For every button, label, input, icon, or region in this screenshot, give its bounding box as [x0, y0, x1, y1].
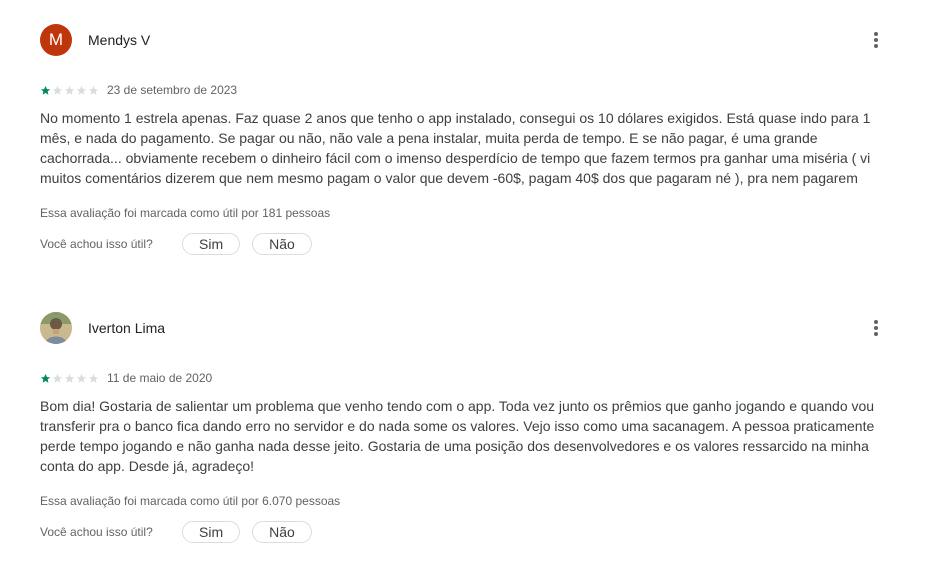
review-date: 11 de maio de 2020 — [107, 371, 213, 385]
helpful-no-button[interactable]: Não — [252, 521, 312, 543]
star-filled-icon — [40, 85, 51, 95]
more-vert-icon — [874, 32, 878, 48]
star-filled-icon — [40, 373, 51, 383]
star-empty-icon — [64, 85, 75, 95]
avatar-letter: M — [48, 30, 64, 49]
more-options-button[interactable] — [860, 24, 892, 56]
review-text: Bom dia! Gostaria de salientar um proble… — [40, 398, 875, 474]
more-vert-icon — [874, 320, 878, 336]
more-options-button[interactable] — [860, 312, 892, 344]
star-empty-icon — [76, 85, 87, 95]
helpful-yes-button[interactable]: Sim — [182, 521, 241, 543]
review-date: 23 de setembro de 2023 — [107, 83, 238, 97]
helpful-no-button[interactable]: Não — [252, 233, 312, 255]
helpful-feedback: Você achou isso útil? Sim Não — [40, 521, 312, 543]
avatar: M — [40, 24, 72, 56]
helpful-question: Você achou isso útil? — [40, 237, 153, 251]
star-rating — [40, 373, 99, 384]
helpful-count: Essa avaliação foi marcada como útil por… — [40, 206, 331, 220]
star-empty-icon — [88, 373, 99, 383]
helpful-question: Você achou isso útil? — [40, 525, 153, 539]
reviewer-name: Iverton Lima — [88, 320, 166, 336]
rating-row: 11 de maio de 2020 — [40, 370, 212, 386]
star-empty-icon — [64, 373, 75, 383]
star-empty-icon — [52, 373, 63, 383]
helpful-count: Essa avaliação foi marcada como útil por… — [40, 494, 341, 508]
star-empty-icon — [76, 373, 87, 383]
reviewer-name: Mendys V — [88, 32, 151, 48]
review-header: Iverton Lima — [40, 312, 165, 344]
star-empty-icon — [52, 85, 63, 95]
helpful-yes-button[interactable]: Sim — [182, 233, 241, 255]
rating-row: 23 de setembro de 2023 — [40, 82, 237, 98]
helpful-feedback: Você achou isso útil? Sim Não — [40, 233, 312, 255]
review-text: No momento 1 estrela apenas. Faz quase 2… — [40, 110, 871, 186]
star-rating — [40, 85, 99, 96]
review-header: M Mendys V — [40, 24, 150, 56]
avatar — [40, 312, 72, 344]
star-empty-icon — [88, 85, 99, 95]
user-photo-icon — [40, 312, 72, 344]
